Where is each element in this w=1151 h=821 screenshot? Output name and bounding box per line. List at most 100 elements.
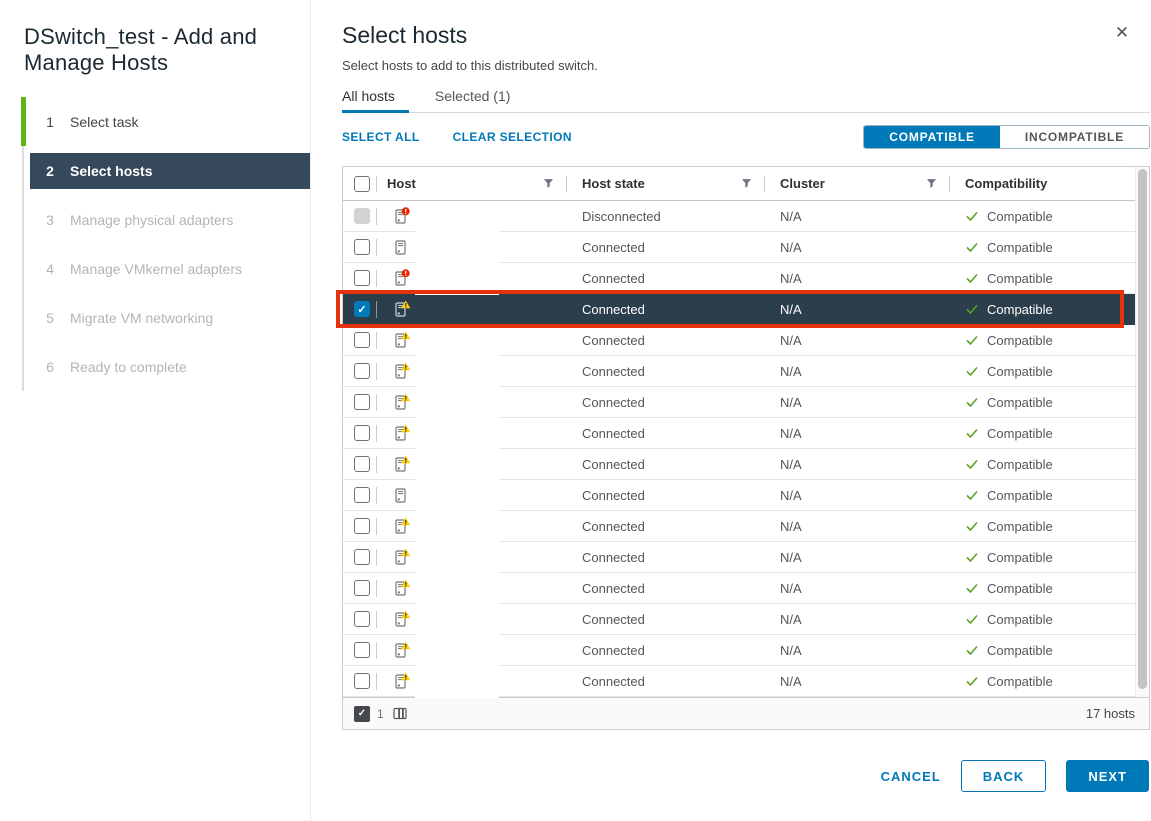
- row-checkbox[interactable]: [354, 363, 370, 379]
- column-header-compatibility[interactable]: Compatibility: [950, 167, 1135, 200]
- table-row[interactable]: DisconnectedN/ACompatible: [343, 201, 1135, 232]
- host-icon-alert: [392, 207, 411, 225]
- row-checkbox-cell[interactable]: [343, 356, 377, 386]
- row-checkbox[interactable]: [354, 239, 370, 255]
- back-button[interactable]: BACK: [961, 760, 1047, 792]
- table-row[interactable]: ConnectedN/ACompatible: [343, 573, 1135, 604]
- row-checkbox[interactable]: [354, 425, 370, 441]
- table-row[interactable]: ConnectedN/ACompatible: [343, 666, 1135, 697]
- close-icon[interactable]: ✕: [1111, 22, 1133, 44]
- cancel-button[interactable]: CANCEL: [881, 760, 941, 792]
- header-checkbox[interactable]: [354, 176, 370, 192]
- table-row[interactable]: ConnectedN/ACompatible: [343, 263, 1135, 294]
- row-checkbox-cell[interactable]: [343, 418, 377, 448]
- select-all-button[interactable]: SELECT ALL: [342, 130, 420, 144]
- table-row[interactable]: ConnectedN/ACompatible: [343, 542, 1135, 573]
- table-row[interactable]: ConnectedN/ACompatible: [343, 356, 1135, 387]
- row-checkbox-cell[interactable]: [343, 263, 377, 293]
- row-checkbox-cell[interactable]: [343, 449, 377, 479]
- row-checkbox[interactable]: [354, 456, 370, 472]
- tab-all-hosts[interactable]: All hosts: [342, 88, 409, 112]
- compatible-toggle-button[interactable]: COMPATIBLE: [864, 126, 1000, 148]
- incompatible-toggle-button[interactable]: INCOMPATIBLE: [1000, 126, 1149, 148]
- table-row[interactable]: ConnectedN/ACompatible: [343, 294, 1135, 325]
- table-row[interactable]: ConnectedN/ACompatible: [343, 511, 1135, 542]
- row-checkbox-cell[interactable]: [343, 511, 377, 541]
- row-checkbox[interactable]: [354, 301, 370, 317]
- compatible-check-icon: [965, 427, 979, 439]
- scrollbar-thumb[interactable]: [1138, 169, 1147, 689]
- row-checkbox[interactable]: [354, 270, 370, 286]
- host-icon: [392, 486, 411, 504]
- row-checkbox-cell[interactable]: [343, 232, 377, 262]
- column-header-cluster[interactable]: Cluster: [765, 167, 950, 200]
- host-state-cell: Connected: [567, 604, 765, 634]
- vertical-scrollbar[interactable]: [1135, 167, 1149, 697]
- host-icon-warning: [392, 455, 411, 473]
- wizard-title: DSwitch_test - Add and Manage Hosts: [24, 24, 286, 76]
- row-checkbox[interactable]: [354, 518, 370, 534]
- host-icon: [392, 238, 411, 256]
- row-checkbox-cell[interactable]: [343, 604, 377, 634]
- host-cell: [377, 232, 567, 262]
- compatibility-label: Compatible: [987, 674, 1053, 689]
- step-label: Migrate VM networking: [70, 310, 213, 326]
- host-name-redacted: [415, 356, 499, 388]
- row-checkbox[interactable]: [354, 673, 370, 689]
- row-checkbox-cell[interactable]: [343, 294, 377, 324]
- row-checkbox[interactable]: [354, 611, 370, 627]
- tab-selected[interactable]: Selected (1): [435, 88, 524, 112]
- column-header-host-state[interactable]: Host state: [567, 167, 765, 200]
- wizard-steps: 1Select task2Select hosts3Manage physica…: [0, 97, 310, 391]
- compatibility-label: Compatible: [987, 426, 1053, 441]
- cluster-cell: N/A: [765, 418, 950, 448]
- filter-icon[interactable]: [926, 178, 937, 189]
- row-checkbox[interactable]: [354, 549, 370, 565]
- row-checkbox-cell[interactable]: [343, 542, 377, 572]
- wizard-step-1-select-task[interactable]: 1Select task: [30, 97, 310, 146]
- row-checkbox[interactable]: [354, 332, 370, 348]
- table-row[interactable]: ConnectedN/ACompatible: [343, 418, 1135, 449]
- table-row[interactable]: ConnectedN/ACompatible: [343, 604, 1135, 635]
- step-number: 3: [45, 212, 55, 228]
- table-row[interactable]: ConnectedN/ACompatible: [343, 635, 1135, 666]
- row-checkbox-cell[interactable]: [343, 387, 377, 417]
- table-row[interactable]: ConnectedN/ACompatible: [343, 387, 1135, 418]
- table-row[interactable]: ConnectedN/ACompatible: [343, 325, 1135, 356]
- row-checkbox-cell[interactable]: [343, 635, 377, 665]
- next-button[interactable]: NEXT: [1066, 760, 1149, 792]
- host-state-cell: Connected: [567, 294, 765, 324]
- host-cell: [377, 449, 567, 479]
- clear-selection-button[interactable]: CLEAR SELECTION: [453, 130, 572, 144]
- cluster-cell: N/A: [765, 666, 950, 696]
- table-row[interactable]: ConnectedN/ACompatible: [343, 449, 1135, 480]
- row-checkbox[interactable]: [354, 394, 370, 410]
- row-checkbox[interactable]: [354, 580, 370, 596]
- compatible-check-icon: [965, 272, 979, 284]
- host-state-cell: Connected: [567, 573, 765, 603]
- filter-icon[interactable]: [543, 178, 554, 189]
- wizard-step-2-select-hosts[interactable]: 2Select hosts: [30, 153, 310, 189]
- row-checkbox-cell[interactable]: [343, 573, 377, 603]
- table-row[interactable]: ConnectedN/ACompatible: [343, 480, 1135, 511]
- compatibility-cell: Compatible: [950, 418, 1135, 448]
- filter-icon[interactable]: [741, 178, 752, 189]
- host-name-redacted: [415, 232, 499, 264]
- step-label: Manage VMkernel adapters: [70, 261, 242, 277]
- row-checkbox[interactable]: [354, 487, 370, 503]
- compatibility-cell: Compatible: [950, 449, 1135, 479]
- cluster-cell: N/A: [765, 294, 950, 324]
- row-checkbox-cell[interactable]: [343, 325, 377, 355]
- column-picker-icon[interactable]: [393, 707, 407, 720]
- footer-selection-checkbox[interactable]: ✓: [354, 706, 370, 722]
- column-header-host[interactable]: Host: [377, 167, 567, 200]
- select-all-checkbox-cell[interactable]: [343, 167, 377, 200]
- compatibility-label: Compatible: [987, 581, 1053, 596]
- row-checkbox[interactable]: [354, 642, 370, 658]
- table-row[interactable]: ConnectedN/ACompatible: [343, 232, 1135, 263]
- row-checkbox-cell[interactable]: [343, 480, 377, 510]
- host-cell: [377, 604, 567, 634]
- step-label: Select hosts: [70, 163, 152, 179]
- row-checkbox-cell[interactable]: [343, 666, 377, 696]
- compatible-check-icon: [965, 551, 979, 563]
